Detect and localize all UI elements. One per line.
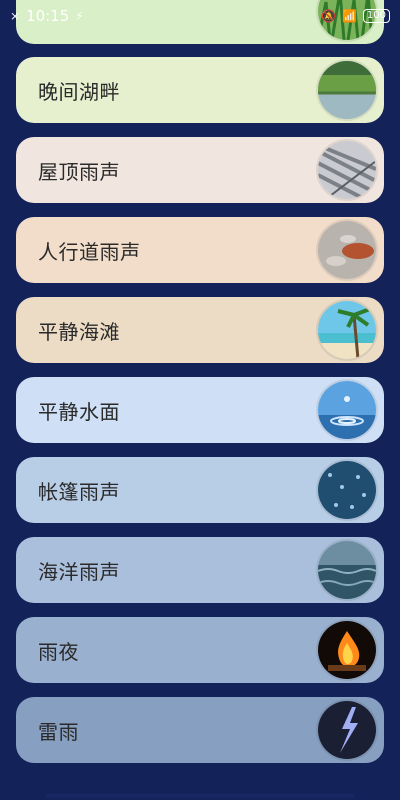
sound-card-label: 人行道雨声 <box>38 239 141 264</box>
beach-thumbnail-icon <box>318 301 376 359</box>
sound-card-label: 海洋雨声 <box>38 559 120 584</box>
sound-card-roof-rain[interactable]: 屋顶雨声 <box>16 137 384 203</box>
lightning-thumbnail-icon <box>318 701 376 759</box>
sound-card-thunderstorm[interactable]: 雷雨 <box>16 697 384 763</box>
status-bar: ⨯ 10:15 ⚡ 🔕 📶 100 <box>0 0 400 32</box>
sound-card-tent-rain[interactable]: 帐篷雨声 <box>16 457 384 523</box>
ocean-thumbnail-icon <box>318 541 376 599</box>
sound-card-rainy-night[interactable]: 雨夜 <box>16 617 384 683</box>
sound-card-label: 雷雨 <box>38 719 79 744</box>
wifi-icon: 📶 <box>341 9 357 23</box>
water-drop-thumbnail-icon <box>318 381 376 439</box>
fire-thumbnail-icon <box>318 621 376 679</box>
mute-icon: 🔕 <box>321 9 336 23</box>
lake-thumbnail-icon <box>318 61 376 119</box>
sound-list: 晚间湖畔 屋顶雨声 人行道雨声 平静海滩 平静水面 帐篷雨声 海洋雨声 雨夜 雷… <box>0 0 400 800</box>
sound-card-evening-lake[interactable]: 晚间湖畔 <box>16 57 384 123</box>
sidewalk-thumbnail-icon <box>318 221 376 279</box>
sound-card-label: 晚间湖畔 <box>38 79 120 104</box>
bottom-edge <box>44 794 356 800</box>
battery-icon: 100 <box>362 9 390 23</box>
sound-card-sidewalk-rain[interactable]: 人行道雨声 <box>16 217 384 283</box>
notification-icon: ⨯ <box>10 9 21 23</box>
sound-card-ocean-rain[interactable]: 海洋雨声 <box>16 537 384 603</box>
sound-card-calm-beach[interactable]: 平静海滩 <box>16 297 384 363</box>
sound-card-label: 平静海滩 <box>38 319 120 344</box>
sound-card-label: 帐篷雨声 <box>38 479 120 504</box>
sound-card-label: 平静水面 <box>38 399 120 424</box>
roof-thumbnail-icon <box>318 141 376 199</box>
sound-card-label: 屋顶雨声 <box>38 159 120 184</box>
tent-thumbnail-icon <box>318 461 376 519</box>
status-left: ⨯ 10:15 ⚡ <box>10 7 84 25</box>
status-right: 🔕 📶 100 <box>321 9 390 23</box>
sound-card-calm-water[interactable]: 平静水面 <box>16 377 384 443</box>
sound-card-label: 雨夜 <box>38 639 79 664</box>
status-time: 10:15 <box>26 7 70 25</box>
usb-icon: ⚡ <box>75 9 84 23</box>
